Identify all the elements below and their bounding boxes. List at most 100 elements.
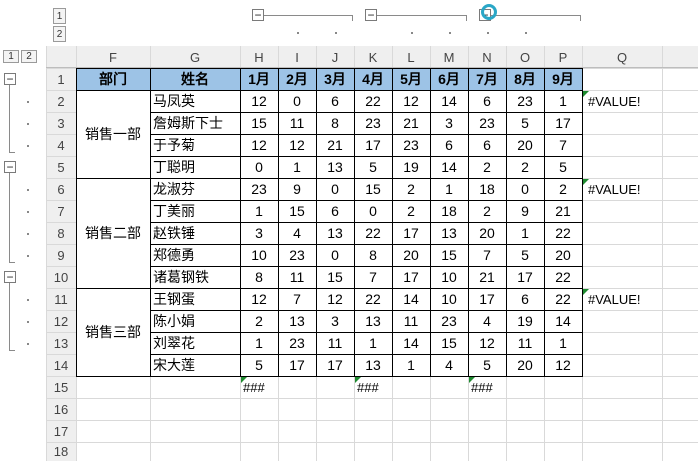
column-header-J[interactable]: J: [316, 46, 354, 68]
value-cell[interactable]: 20: [468, 222, 506, 244]
value-cell[interactable]: 12: [240, 288, 278, 310]
value-cell[interactable]: 4: [430, 354, 468, 376]
header-cell-3[interactable]: 2月: [278, 68, 316, 90]
department-cell[interactable]: 销售一部: [76, 90, 150, 178]
value-cell[interactable]: 11: [278, 112, 316, 134]
value-cell[interactable]: 2: [468, 156, 506, 178]
row-header-16[interactable]: 16: [46, 398, 76, 420]
value-cell[interactable]: 3: [430, 112, 468, 134]
value-cell[interactable]: 7: [544, 134, 582, 156]
value-cell[interactable]: 15: [430, 244, 468, 266]
header-cell-9[interactable]: 8月: [506, 68, 544, 90]
value-cell[interactable]: 21: [544, 200, 582, 222]
collapse-columns-button-2[interactable]: −: [365, 9, 377, 21]
value-cell[interactable]: 2: [468, 200, 506, 222]
name-cell[interactable]: 郑德勇: [153, 244, 195, 266]
value-cell[interactable]: 1: [240, 200, 278, 222]
row-header-17[interactable]: 17: [46, 420, 76, 442]
name-cell[interactable]: 丁聪明: [153, 156, 195, 178]
value-cell[interactable]: 1: [430, 178, 468, 200]
value-cell[interactable]: 17: [544, 112, 582, 134]
error-value-cell[interactable]: #VALUE!: [588, 288, 641, 310]
value-cell[interactable]: 2: [544, 178, 582, 200]
value-cell[interactable]: 9: [278, 178, 316, 200]
error-value-cell[interactable]: #VALUE!: [588, 178, 641, 200]
header-cell-0[interactable]: 部门: [76, 68, 150, 90]
value-cell[interactable]: 21: [316, 134, 354, 156]
value-cell[interactable]: 15: [430, 332, 468, 354]
header-cell-7[interactable]: 6月: [430, 68, 468, 90]
value-cell[interactable]: 5: [506, 112, 544, 134]
name-cell[interactable]: 于予菊: [153, 134, 195, 156]
value-cell[interactable]: 12: [468, 332, 506, 354]
value-cell[interactable]: 18: [468, 178, 506, 200]
value-cell[interactable]: 13: [278, 310, 316, 332]
value-cell[interactable]: 23: [278, 332, 316, 354]
value-cell[interactable]: 13: [430, 222, 468, 244]
row-header-14[interactable]: 14: [46, 354, 76, 376]
column-header-K[interactable]: K: [354, 46, 392, 68]
value-cell[interactable]: 23: [392, 134, 430, 156]
value-cell[interactable]: 19: [392, 156, 430, 178]
value-cell[interactable]: 1: [354, 332, 392, 354]
value-cell[interactable]: 11: [506, 332, 544, 354]
row-header-4[interactable]: 4: [46, 134, 76, 156]
value-cell[interactable]: 2: [506, 156, 544, 178]
value-cell[interactable]: 3: [316, 310, 354, 332]
row-header-1[interactable]: 1: [46, 68, 76, 90]
row-header-8[interactable]: 8: [46, 222, 76, 244]
header-cell-1[interactable]: 姓名: [150, 68, 240, 90]
error-value-cell[interactable]: #VALUE!: [588, 90, 641, 112]
value-cell[interactable]: 13: [316, 156, 354, 178]
value-cell[interactable]: 0: [506, 178, 544, 200]
value-cell[interactable]: 22: [354, 90, 392, 112]
collapse-columns-button-1[interactable]: −: [252, 9, 264, 21]
column-header-N[interactable]: N: [468, 46, 506, 68]
value-cell[interactable]: 0: [278, 90, 316, 112]
value-cell[interactable]: 5: [240, 354, 278, 376]
value-cell[interactable]: 1: [544, 90, 582, 112]
column-level-button-1[interactable]: 1: [3, 50, 19, 63]
department-cell[interactable]: 销售二部: [76, 178, 150, 288]
value-cell[interactable]: 6: [316, 200, 354, 222]
column-header-H[interactable]: H: [240, 46, 278, 68]
column-header-Q[interactable]: Q: [582, 46, 662, 68]
row-header-10[interactable]: 10: [46, 266, 76, 288]
value-cell[interactable]: 22: [544, 266, 582, 288]
row-header-9[interactable]: 9: [46, 244, 76, 266]
value-cell[interactable]: 17: [392, 266, 430, 288]
value-cell[interactable]: 8: [354, 244, 392, 266]
value-cell[interactable]: 11: [316, 332, 354, 354]
value-cell[interactable]: 2: [240, 310, 278, 332]
value-cell[interactable]: 5: [468, 354, 506, 376]
value-cell[interactable]: 9: [506, 200, 544, 222]
value-cell[interactable]: 13: [354, 310, 392, 332]
value-cell[interactable]: 2: [392, 200, 430, 222]
value-cell[interactable]: 12: [392, 90, 430, 112]
value-cell[interactable]: 8: [316, 112, 354, 134]
column-header-P[interactable]: P: [544, 46, 582, 68]
value-cell[interactable]: 6: [468, 134, 506, 156]
name-cell[interactable]: 诸葛钢铁: [153, 266, 209, 288]
value-cell[interactable]: 22: [544, 222, 582, 244]
value-cell[interactable]: 23: [354, 112, 392, 134]
value-cell[interactable]: 23: [468, 112, 506, 134]
name-cell[interactable]: 王钢蛋: [153, 288, 195, 310]
value-cell[interactable]: 15: [278, 200, 316, 222]
collapse-rows-button-3[interactable]: −: [4, 271, 16, 283]
value-cell[interactable]: 14: [430, 90, 468, 112]
name-cell[interactable]: 宋大莲: [153, 354, 195, 376]
value-cell[interactable]: 17: [392, 222, 430, 244]
value-cell[interactable]: 12: [544, 354, 582, 376]
header-cell-4[interactable]: 3月: [316, 68, 354, 90]
value-cell[interactable]: 1: [278, 156, 316, 178]
value-cell[interactable]: 23: [240, 178, 278, 200]
row-header-12[interactable]: 12: [46, 310, 76, 332]
row-header-2[interactable]: 2: [46, 90, 76, 112]
value-cell[interactable]: 22: [544, 288, 582, 310]
value-cell[interactable]: 17: [354, 134, 392, 156]
header-cell-5[interactable]: 4月: [354, 68, 392, 90]
value-cell[interactable]: 5: [544, 156, 582, 178]
value-cell[interactable]: 6: [468, 90, 506, 112]
column-header-O[interactable]: O: [506, 46, 544, 68]
